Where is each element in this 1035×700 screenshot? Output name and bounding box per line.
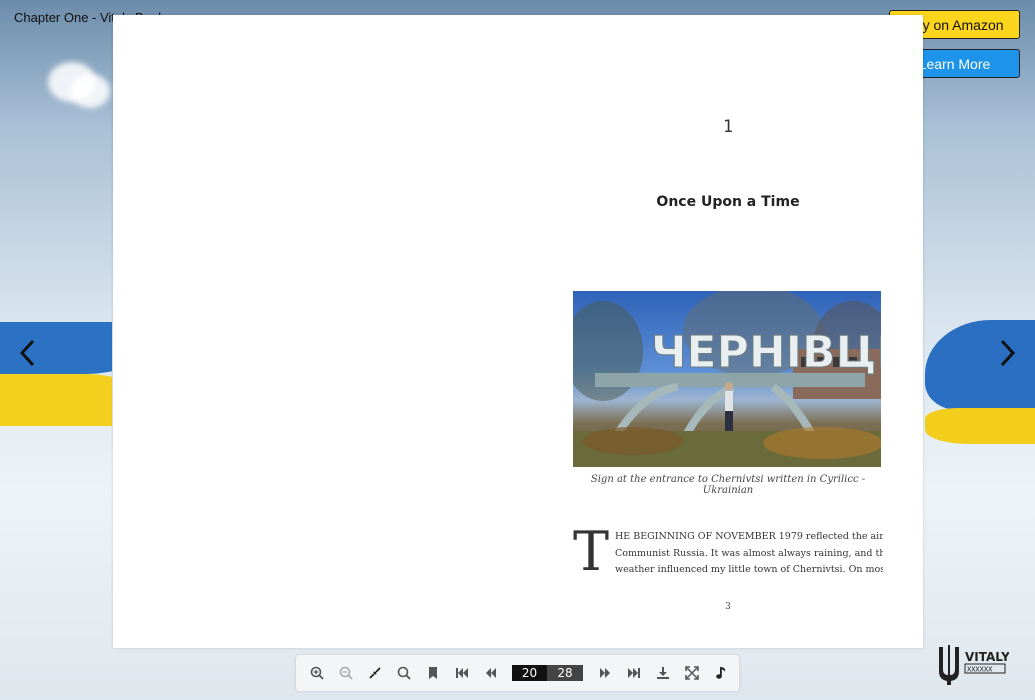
logo-text: VITALY: [965, 650, 1009, 664]
download-button[interactable]: [648, 658, 677, 688]
next-page-icon: [599, 668, 610, 678]
logo-subtext: XXXXXX: [967, 666, 993, 674]
last-page-button[interactable]: [619, 658, 648, 688]
cloud: [70, 74, 110, 108]
next-page-arrow[interactable]: [993, 336, 1023, 370]
music-icon: [715, 667, 725, 679]
book-spread[interactable]: 1 Once Upon a Time ЧЕРНІВЦІ Sign at the …: [113, 15, 923, 648]
first-page-icon: [455, 668, 468, 678]
prev-page-icon: [485, 668, 496, 678]
body-line: weather influenced my little town of Che…: [615, 564, 883, 575]
page-folio: 3: [725, 602, 731, 612]
chernivtsi-sign-photo: ЧЕРНІВЦІ: [573, 291, 881, 467]
search-button[interactable]: [389, 658, 418, 688]
search-icon: [397, 666, 411, 680]
last-page-icon: [627, 668, 640, 678]
chevron-left-icon: [19, 339, 35, 367]
photo-illustration: ЧЕРНІВЦІ: [573, 291, 881, 467]
chapter-title: Once Upon a Time: [656, 194, 800, 210]
fit-icon: [368, 667, 381, 679]
drop-cap: T: [573, 520, 610, 583]
trident-logo-icon: VITALY XXXXXX: [939, 645, 1010, 685]
bookmark-icon: [428, 667, 437, 679]
zoom-in-icon: [310, 666, 324, 680]
next-page-button[interactable]: [590, 658, 619, 688]
flipbook-toolbar: 20 28: [296, 655, 739, 691]
sign-text: ЧЕРНІВЦІ: [651, 327, 881, 378]
photo-caption: Sign at the entrance to Chernivtsi writt…: [590, 474, 866, 496]
vitaly-logo: VITALY XXXXXX: [935, 641, 1010, 687]
zoom-out-button[interactable]: [331, 658, 360, 688]
fullscreen-icon: [684, 666, 699, 680]
previous-page-arrow[interactable]: [12, 336, 42, 370]
previous-page-button[interactable]: [476, 658, 505, 688]
first-page-button[interactable]: [447, 658, 476, 688]
fullscreen-button[interactable]: [677, 658, 706, 688]
chapter-number: 1: [722, 117, 734, 137]
body-text: HE BEGINNING OF NOVEMBER 1979 reflected …: [615, 529, 883, 579]
sound-button[interactable]: [706, 658, 735, 688]
right-page: 1 Once Upon a Time ЧЕРНІВЦІ Sign at the …: [573, 15, 883, 648]
body-line: Communist Russia. It was almost always r…: [615, 547, 883, 559]
page-indicator[interactable]: 20 28: [512, 665, 583, 681]
download-icon: [656, 667, 669, 679]
bookmark-button[interactable]: [418, 658, 447, 688]
zoom-out-icon: [339, 666, 353, 680]
zoom-in-button[interactable]: [302, 658, 331, 688]
body-line: HE BEGINNING OF NOVEMBER 1979 reflected …: [615, 531, 883, 542]
total-pages: 28: [547, 665, 583, 681]
fit-page-button[interactable]: [360, 658, 389, 688]
chevron-right-icon: [1000, 339, 1016, 367]
current-page-input[interactable]: 20: [512, 665, 547, 681]
